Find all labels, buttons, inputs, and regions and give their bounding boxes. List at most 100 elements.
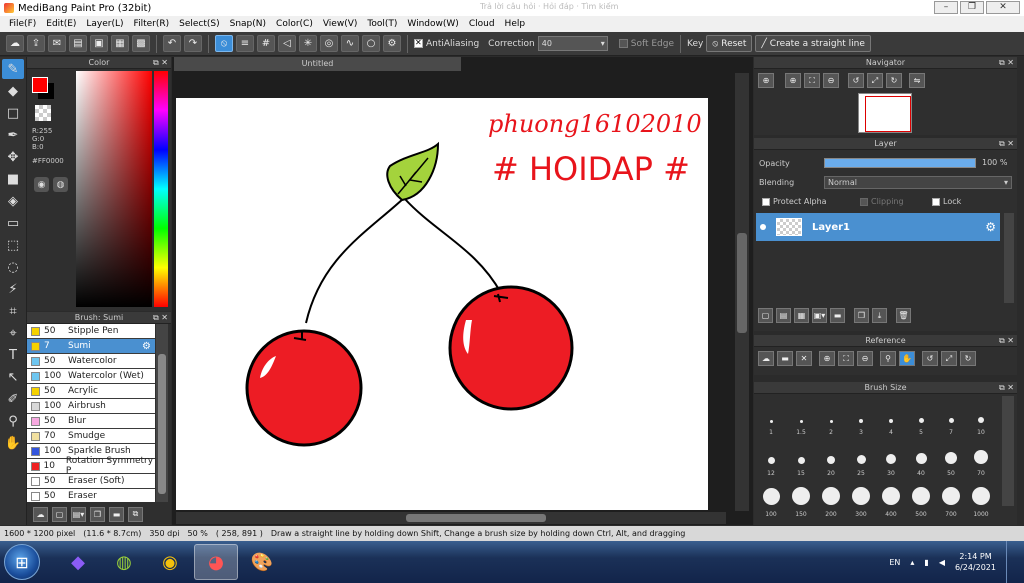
actual-size-icon[interactable]: ⛶ — [804, 73, 820, 88]
menu-edit[interactable]: Edit(E) — [41, 19, 81, 29]
ref-fit-icon[interactable]: ⤢ — [941, 351, 957, 366]
brush-item[interactable]: 70 Smudge — [27, 429, 155, 444]
brush-cloud-icon[interactable]: ☁ — [33, 506, 48, 522]
brush-size-option[interactable]: 15 — [786, 437, 816, 478]
navigator-thumbnail[interactable] — [858, 93, 912, 133]
brush-item[interactable]: 50 Watercolor — [27, 354, 155, 369]
undo-icon[interactable]: ↶ — [163, 35, 181, 52]
ref-open-icon[interactable]: ▬ — [777, 351, 793, 366]
duplicate-layer-icon[interactable]: ❐ — [854, 308, 869, 323]
parallel-snap-icon[interactable]: ≡ — [236, 35, 254, 52]
protect-alpha-toggle[interactable]: Protect Alpha — [762, 197, 827, 206]
layer-item[interactable]: Layer1 ⚙ — [756, 213, 1000, 241]
ellipse-snap-icon[interactable]: ○ — [362, 35, 380, 52]
brush-size-option[interactable]: 70 — [966, 437, 996, 478]
brush-size-option[interactable]: 1.5 — [786, 396, 816, 437]
brush-scrollbar[interactable] — [156, 324, 168, 502]
correction-select[interactable]: 40 — [537, 36, 608, 51]
vanish-snap-icon[interactable]: ◁ — [278, 35, 296, 52]
select-tool-icon[interactable]: ⬚ — [2, 235, 24, 255]
brush-item[interactable]: 50 Acrylic — [27, 384, 155, 399]
brush-size-option[interactable]: 40 — [906, 437, 936, 478]
panel-float-icon[interactable]: ⧉ ✕ — [999, 57, 1014, 69]
brush-copy-icon[interactable]: ❐ — [90, 506, 105, 522]
cloud-icon[interactable]: ☁ — [6, 35, 24, 52]
brush-size-option[interactable]: 5 — [906, 396, 936, 437]
brush-size-option[interactable]: 2 — [816, 396, 846, 437]
menu-color[interactable]: Color(C) — [271, 19, 318, 29]
add-layer-menu-icon[interactable]: ▣▾ — [812, 308, 827, 323]
brush-folder-icon[interactable]: ▬ — [109, 506, 124, 522]
clipping-checkbox[interactable] — [860, 197, 868, 206]
ref-actual-size-icon[interactable]: ⛶ — [838, 351, 854, 366]
paint-icon[interactable]: 🎨 — [240, 544, 284, 580]
layer-settings-icon[interactable]: ⚙ — [985, 220, 996, 234]
canvas-vertical-scrollbar[interactable] — [735, 73, 749, 511]
comment-icon[interactable]: ✉ — [48, 35, 66, 52]
brush-duplicate-icon[interactable]: ⧉ — [128, 506, 143, 522]
hue-slider[interactable] — [154, 71, 168, 307]
ref-hand-icon[interactable]: ✋ — [899, 351, 915, 366]
scroll-thumb[interactable] — [737, 233, 747, 333]
brush-settings-icon[interactable]: ⚙ — [142, 341, 151, 352]
medibang-taskbar-icon[interactable]: ◕ — [194, 544, 238, 580]
language-indicator[interactable]: EN — [889, 558, 900, 567]
upload-icon[interactable]: ⇪ — [27, 35, 45, 52]
scroll-thumb[interactable] — [158, 354, 166, 494]
redo-icon[interactable]: ↷ — [184, 35, 202, 52]
brush-size-option[interactable]: 100 — [756, 478, 786, 519]
ref-rotate-left-icon[interactable]: ↺ — [922, 351, 938, 366]
brush-size-option[interactable]: 400 — [876, 478, 906, 519]
canvas-horizontal-scrollbar[interactable] — [176, 512, 726, 524]
rect-tool-icon[interactable]: □ — [2, 103, 24, 123]
folder-icon[interactable]: ▬ — [830, 308, 845, 323]
menu-help[interactable]: Help — [500, 19, 531, 29]
magic-wand-tool-icon[interactable]: ⚡ — [2, 279, 24, 299]
foreground-color-swatch[interactable] — [32, 77, 48, 93]
clock[interactable]: 2:14 PM 6/24/2021 — [955, 551, 996, 573]
chat-icon[interactable]: ▤ — [69, 35, 87, 52]
brush-size-option[interactable]: 150 — [786, 478, 816, 519]
blending-select[interactable]: Normal — [824, 176, 1012, 189]
brush-item[interactable]: 100 Watercolor (Wet) — [27, 369, 155, 384]
lock-checkbox[interactable] — [932, 197, 940, 206]
zoom-in-icon[interactable]: ⊕ — [785, 73, 801, 88]
transparent-color-swatch[interactable] — [35, 105, 51, 121]
panel-float-icon[interactable]: ⧉ ✕ — [999, 138, 1014, 150]
show-desktop-button[interactable] — [1006, 541, 1016, 583]
menu-cloud[interactable]: Cloud — [464, 19, 500, 29]
fit-window-icon[interactable]: ⤢ — [867, 73, 883, 88]
tray-chevron-icon[interactable]: ▴ — [910, 558, 914, 567]
zoom-out-icon[interactable]: ⊖ — [823, 73, 839, 88]
zoom-fit-icon[interactable]: ⊕ — [758, 73, 774, 88]
grid-icon[interactable]: ▩ — [132, 35, 150, 52]
clipping-toggle[interactable]: Clipping — [860, 197, 904, 206]
panel-float-icon[interactable]: ⧉ ✕ — [999, 335, 1014, 347]
menu-tool[interactable]: Tool(T) — [362, 19, 402, 29]
rotate-left-icon[interactable]: ↺ — [848, 73, 864, 88]
brush-size-option[interactable]: 300 — [846, 478, 876, 519]
new-halftone-layer-icon[interactable]: ▤ — [776, 308, 791, 323]
scroll-thumb[interactable] — [406, 514, 546, 522]
menu-select[interactable]: Select(S) — [174, 19, 225, 29]
curve-snap-icon[interactable]: ∿ — [341, 35, 359, 52]
saturation-value-picker[interactable] — [76, 71, 152, 307]
fill-rect-tool-icon[interactable]: ■ — [2, 169, 24, 189]
palette-icon[interactable]: ◉ — [34, 177, 49, 192]
visual-studio-icon[interactable]: ◆ — [56, 544, 100, 580]
color-picker-icon[interactable]: ◍ — [53, 177, 68, 192]
brush-size-option[interactable]: 12 — [756, 437, 786, 478]
ref-zoom-out-icon[interactable]: ⊖ — [857, 351, 873, 366]
brush-size-option[interactable]: 30 — [876, 437, 906, 478]
brush-tool-icon[interactable]: ✎ — [2, 59, 24, 79]
brush-item[interactable]: 50 Eraser — [27, 489, 155, 502]
bucket-tool-icon[interactable]: ◈ — [2, 191, 24, 211]
network-icon[interactable]: ▮ — [924, 558, 928, 567]
ref-eyedropper-icon[interactable]: ⚲ — [880, 351, 896, 366]
brush-item[interactable]: 10 Rotation Symmetry P — [27, 456, 155, 476]
snap-off-icon[interactable]: ⦸ — [215, 35, 233, 52]
brush-size-scrollbar[interactable] — [1002, 396, 1014, 506]
cross-snap-icon[interactable]: # — [257, 35, 275, 52]
select-eraser-tool-icon[interactable]: ⌖ — [2, 323, 24, 343]
merge-layer-icon[interactable]: ⤓ — [872, 308, 887, 323]
